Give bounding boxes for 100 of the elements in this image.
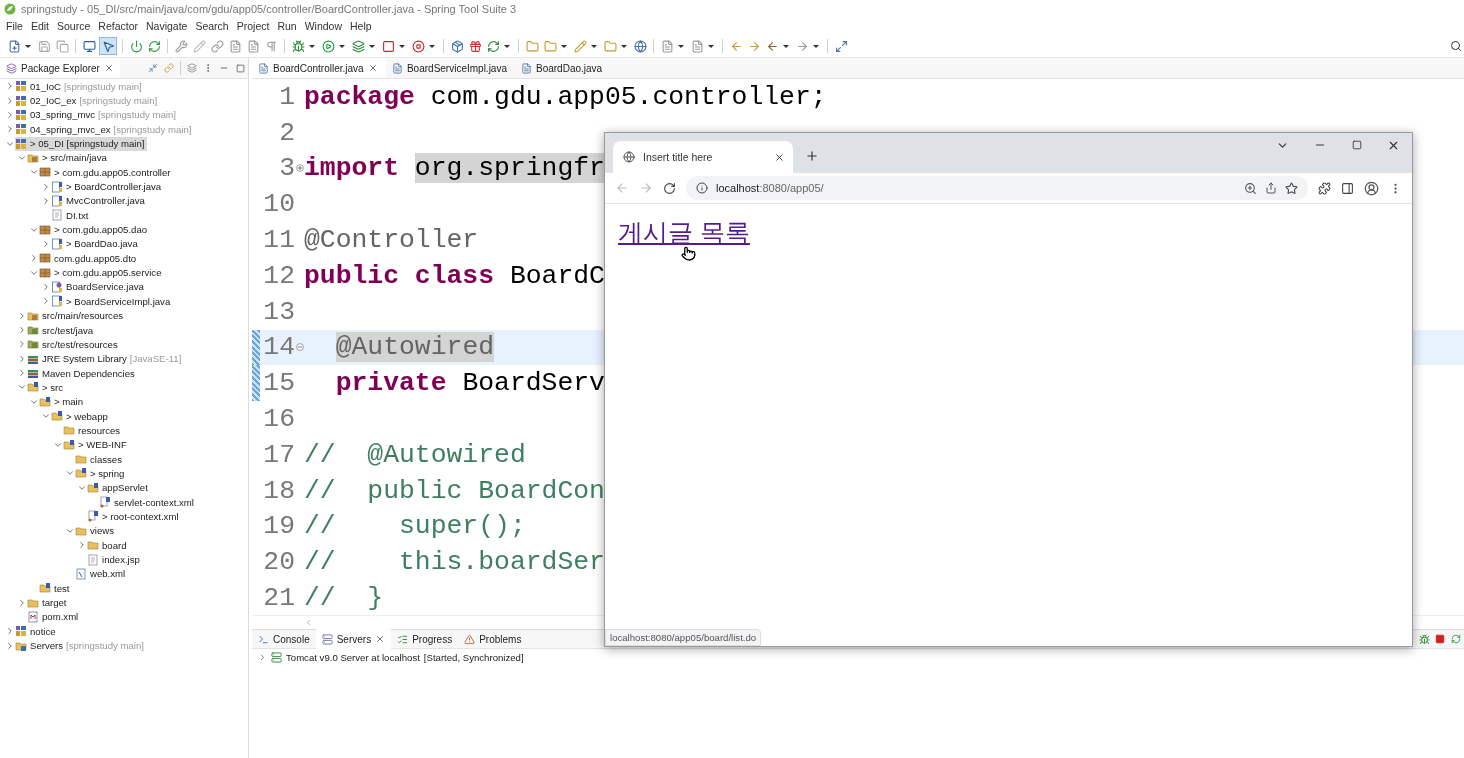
view-tab[interactable]: Console: [252, 629, 316, 649]
tree-item[interactable]: classes: [75, 452, 125, 467]
tree-item[interactable]: 02_IoC_ex [springstudy main]: [15, 93, 161, 108]
close-icon[interactable]: [103, 63, 114, 73]
bug-icon[interactable]: [290, 38, 306, 54]
tree-item[interactable]: > webapp: [51, 409, 111, 424]
chevron-icon[interactable]: [5, 95, 15, 106]
profile-icon[interactable]: [1364, 180, 1379, 196]
menu-item[interactable]: Refactor: [94, 20, 142, 32]
caret-icon[interactable]: [339, 44, 345, 48]
play-icon[interactable]: [320, 38, 336, 54]
monitor-icon[interactable]: [81, 38, 97, 54]
tree-item[interactable]: > com.gdu.app05.dao: [39, 222, 151, 237]
caret-icon[interactable]: [813, 44, 819, 48]
chevron-icon[interactable]: [17, 353, 27, 364]
caret-icon[interactable]: [504, 44, 510, 48]
caret-icon[interactable]: [25, 44, 31, 48]
editor-tab[interactable]: BoardController.java: [252, 58, 386, 78]
chevron-icon[interactable]: [41, 296, 51, 307]
collapse-fold-icon[interactable]: [295, 343, 304, 352]
tree-item[interactable]: views: [75, 523, 117, 538]
extensions-icon[interactable]: [1318, 181, 1331, 195]
chevron-icon[interactable]: [5, 640, 15, 651]
menu-item[interactable]: File: [2, 20, 27, 32]
debug-icon[interactable]: [1416, 631, 1432, 647]
chevron-icon[interactable]: [5, 626, 15, 637]
gift-icon[interactable]: [467, 38, 483, 54]
close-icon[interactable]: [367, 63, 378, 73]
tree-item[interactable]: appServlet: [87, 480, 151, 495]
tree-item[interactable]: servlet-context.xml: [99, 495, 197, 510]
tree-item[interactable]: pom.xml: [27, 609, 82, 624]
tree-item[interactable]: src/main/resources: [27, 308, 127, 323]
tree-item[interactable]: Maven Dependencies: [27, 366, 138, 381]
view-tab[interactable]: Package Explorer: [0, 58, 120, 78]
chevron-icon[interactable]: [17, 310, 27, 321]
chevron-icon[interactable]: [77, 540, 87, 551]
tree-item[interactable]: > src: [27, 380, 67, 395]
tree-item[interactable]: target: [27, 595, 70, 610]
caret-icon[interactable]: [708, 44, 714, 48]
wrench-icon[interactable]: [173, 38, 189, 54]
chevron-icon[interactable]: [258, 652, 267, 662]
chevron-icon[interactable]: [41, 195, 51, 206]
menu-item[interactable]: Search: [191, 20, 233, 32]
menu-item[interactable]: Project: [232, 20, 274, 32]
browser-tab[interactable]: Insert title here: [613, 141, 793, 173]
tree-item[interactable]: > WEB-INF: [63, 437, 130, 452]
caret-icon[interactable]: [369, 44, 375, 48]
tree-item[interactable]: > src/main/java: [27, 150, 110, 165]
tree-item[interactable]: > com.gdu.app05.service: [39, 265, 165, 280]
tree-item[interactable]: > com.gdu.app05.controller: [39, 165, 174, 180]
chevron-icon[interactable]: [17, 325, 27, 335]
chevron-icon[interactable]: [17, 339, 27, 350]
view-tab[interactable]: Servers: [315, 629, 392, 649]
editor-tab[interactable]: BoardServiceImpl.java: [386, 58, 515, 78]
tree-item[interactable]: DI.txt: [51, 208, 92, 223]
tree-item[interactable]: test: [39, 581, 73, 596]
side-panel-icon[interactable]: [1341, 181, 1354, 195]
tree-item[interactable]: notice: [15, 624, 59, 639]
tree-item[interactable]: 03_spring_mvc [springstudy main]: [15, 107, 179, 122]
link-icon[interactable]: [161, 60, 177, 76]
share-icon[interactable]: [1265, 182, 1277, 194]
caret-icon[interactable]: [678, 44, 684, 48]
caret-icon[interactable]: [783, 44, 789, 48]
view-tab[interactable]: Problems: [458, 629, 528, 649]
chevron-icon[interactable]: [41, 238, 51, 249]
tree-item[interactable]: src/test/java: [27, 323, 97, 337]
tree-item[interactable]: > BoardController.java: [51, 179, 165, 194]
caret-icon[interactable]: [309, 44, 315, 48]
chevron-icon[interactable]: [41, 282, 51, 292]
tree-item[interactable]: index.jsp: [87, 552, 143, 567]
editor-tab[interactable]: BoardDao.java: [515, 58, 644, 78]
pencil-icon[interactable]: [191, 38, 207, 54]
expand-fold-icon[interactable]: [295, 164, 304, 173]
chevron-icon[interactable]: [5, 124, 15, 135]
star-icon[interactable]: [1285, 181, 1298, 195]
forward-icon[interactable]: [639, 181, 653, 195]
caret-icon[interactable]: [399, 44, 405, 48]
caret-icon[interactable]: [561, 44, 567, 48]
globe-icon[interactable]: [632, 38, 648, 54]
tree-item[interactable]: JRE System Library [JavaSE-11]: [27, 351, 185, 366]
tree-item[interactable]: Servers [springstudy main]: [15, 638, 147, 653]
tree-item[interactable]: MvcController.java: [51, 193, 148, 208]
folder-icon[interactable]: [524, 38, 540, 54]
caret-icon[interactable]: [429, 44, 435, 48]
tree-item[interactable]: > 05_DI [springstudy main]: [15, 136, 148, 151]
tree-item[interactable]: resources: [63, 423, 124, 438]
tree-item[interactable]: > root-context.xml: [87, 509, 182, 524]
board-list-link[interactable]: 게시글 목록: [618, 218, 750, 246]
refresh-icon[interactable]: [146, 38, 162, 54]
tree-item[interactable]: web.xml: [75, 566, 129, 581]
chevron-icon[interactable]: [17, 597, 27, 608]
save-all-icon[interactable]: [54, 38, 70, 54]
menu-item[interactable]: Window: [300, 20, 347, 32]
tree-item[interactable]: board: [87, 538, 130, 553]
close-icon[interactable]: [774, 151, 785, 163]
tree-item[interactable]: > main: [39, 394, 87, 409]
address-bar[interactable]: localhost:8080/app05/: [686, 176, 1308, 200]
scroll-left-icon[interactable]: [304, 618, 313, 627]
chevron-icon[interactable]: [41, 181, 51, 192]
tree-item[interactable]: > spring: [75, 466, 128, 481]
